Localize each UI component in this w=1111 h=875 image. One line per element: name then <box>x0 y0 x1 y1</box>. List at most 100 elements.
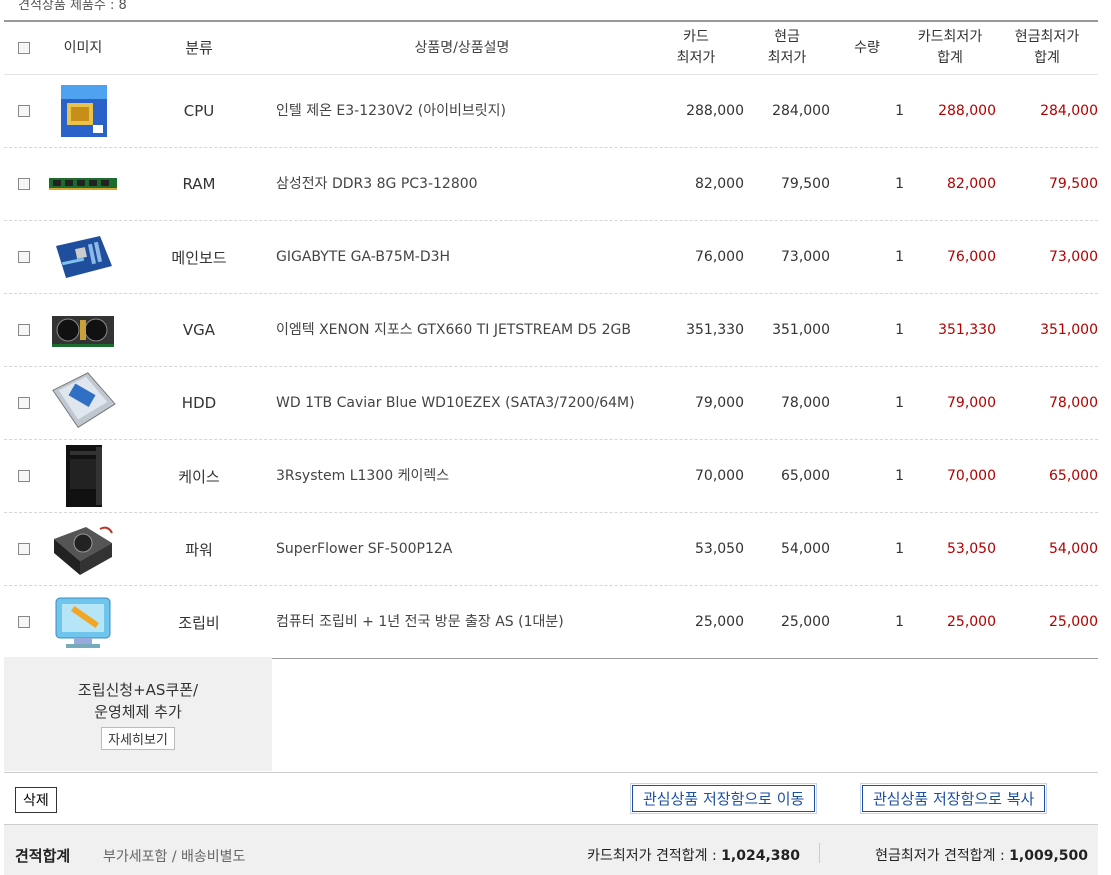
row-product-name[interactable]: 인텔 제온 E3-1230V2 (아이비브릿지) <box>276 101 648 122</box>
row-category: RAM <box>182 175 216 193</box>
row-checkbox[interactable] <box>18 324 30 336</box>
row-card-sum: 53,050 <box>947 541 996 557</box>
product-count-label: 견적상품 제품수 : 8 <box>18 0 127 13</box>
row-category: HDD <box>181 394 217 412</box>
assembly-wrench-icon[interactable] <box>49 589 117 655</box>
row-card-sum: 25,000 <box>947 614 996 630</box>
table-row: VGA 이엠텍 XENON 지포스 GTX660 TI JETSTREAM D5 … <box>4 294 1098 367</box>
row-card-price: 82,000 <box>695 176 744 192</box>
header-card-price: 카드 최저가 <box>676 29 716 66</box>
row-cash-sum: 73,000 <box>1049 249 1098 265</box>
mainboard-icon[interactable] <box>49 224 117 290</box>
pc-case-icon[interactable] <box>49 443 117 509</box>
row-cash-sum: 78,000 <box>1049 395 1098 411</box>
power-supply-icon[interactable] <box>49 516 117 582</box>
table-row: RAM 삼성전자 DDR3 8G PC3-12800 82,000 79,500 1 82… <box>4 148 1098 221</box>
graphics-card-icon[interactable] <box>49 297 117 363</box>
row-qty: 1 <box>895 395 904 411</box>
row-cash-price: 54,000 <box>781 541 830 557</box>
estimate-total-note: 부가세포함 / 배송비별도 <box>103 849 246 865</box>
row-cash-price: 284,000 <box>772 103 830 119</box>
total-divider <box>819 843 820 863</box>
row-qty: 1 <box>895 322 904 338</box>
header-qty: 수량 <box>854 39 880 56</box>
row-product-name[interactable]: 3Rsystem L1300 케이렉스 <box>276 466 648 487</box>
row-checkbox[interactable] <box>18 251 30 263</box>
assembly-option-box: 조립신청+AS쿠폰/운영체제 추가 자세히보기 <box>4 657 272 771</box>
row-qty: 1 <box>895 249 904 265</box>
row-category: 파워 <box>185 540 213 559</box>
row-cash-sum: 284,000 <box>1040 103 1098 119</box>
row-product-name[interactable]: WD 1TB Caviar Blue WD10EZEX (SATA3/7200/… <box>276 393 648 414</box>
row-card-sum: 82,000 <box>947 176 996 192</box>
row-card-sum: 288,000 <box>938 103 996 119</box>
row-qty: 1 <box>895 103 904 119</box>
delete-button[interactable]: 삭제 <box>15 787 57 813</box>
row-cash-sum: 79,500 <box>1049 176 1098 192</box>
row-category: 메인보드 <box>171 248 227 267</box>
divider <box>4 772 1098 773</box>
row-checkbox[interactable] <box>18 397 30 409</box>
table-row: 조립비 컴퓨터 조립비 + 1년 전국 방문 출장 AS (1대분) 25,000 2… <box>4 586 1098 659</box>
row-card-sum: 76,000 <box>947 249 996 265</box>
header-name: 상품명/상품설명 <box>414 39 510 56</box>
row-card-price: 76,000 <box>695 249 744 265</box>
row-cash-price: 78,000 <box>781 395 830 411</box>
header-cash-price: 현금 최저가 <box>767 29 807 66</box>
row-category: 케이스 <box>178 467 220 486</box>
header-image: 이미지 <box>63 39 103 56</box>
row-cash-price: 73,000 <box>781 249 830 265</box>
row-cash-price: 79,500 <box>781 176 830 192</box>
row-card-sum: 79,000 <box>947 395 996 411</box>
row-card-price: 351,330 <box>686 322 744 338</box>
row-cash-sum: 65,000 <box>1049 468 1098 484</box>
row-cash-sum: 351,000 <box>1040 322 1098 338</box>
header-card-sum: 카드최저가 합계 <box>917 29 983 66</box>
option-line2: 운영체제 추가 <box>94 703 182 721</box>
ram-stick-icon[interactable] <box>49 151 117 217</box>
row-card-price: 288,000 <box>686 103 744 119</box>
estimate-table: 이미지 분류 상품명/상품설명 카드 최저가 현금 최저가 수량 카드최저가 합계 현… <box>4 20 1098 659</box>
row-card-price: 79,000 <box>695 395 744 411</box>
move-to-wishlist-button[interactable]: 관심상품 저장함으로 이동 <box>629 783 818 814</box>
row-qty: 1 <box>895 176 904 192</box>
row-qty: 1 <box>895 614 904 630</box>
row-checkbox[interactable] <box>18 178 30 190</box>
option-line1: 조립신청+AS쿠폰/ <box>77 681 199 699</box>
row-product-name[interactable]: 삼성전자 DDR3 8G PC3-12800 <box>276 174 648 195</box>
row-card-sum: 351,330 <box>938 322 996 338</box>
card-total: 카드최저가 견적합계 : 1,024,380 <box>587 848 800 864</box>
row-product-name[interactable]: SuperFlower SF-500P12A <box>276 539 648 560</box>
table-row: CPU 인텔 제온 E3-1230V2 (아이비브릿지) 288,000 284,00… <box>4 75 1098 148</box>
row-card-sum: 70,000 <box>947 468 996 484</box>
row-checkbox[interactable] <box>18 616 30 628</box>
cpu-box-icon[interactable] <box>49 78 117 144</box>
cash-total: 현금최저가 견적합계 : 1,009,500 <box>875 848 1088 864</box>
row-qty: 1 <box>895 468 904 484</box>
row-cash-sum: 25,000 <box>1049 614 1098 630</box>
row-product-name[interactable]: 이엠텍 XENON 지포스 GTX660 TI JETSTREAM D5 2GB <box>276 320 648 341</box>
table-row: 케이스 3Rsystem L1300 케이렉스 70,000 65,000 1 70,00… <box>4 440 1098 513</box>
row-product-name[interactable]: 컴퓨터 조립비 + 1년 전국 방문 출장 AS (1대분) <box>276 612 648 633</box>
row-cash-sum: 54,000 <box>1049 541 1098 557</box>
table-row: HDD WD 1TB Caviar Blue WD10EZEX (SATA3/72… <box>4 367 1098 440</box>
row-card-price: 25,000 <box>695 614 744 630</box>
detail-button[interactable]: 자세히보기 <box>101 727 175 750</box>
row-qty: 1 <box>895 541 904 557</box>
row-checkbox[interactable] <box>18 470 30 482</box>
table-header: 이미지 분류 상품명/상품설명 카드 최저가 현금 최저가 수량 카드최저가 합계 현… <box>4 22 1098 75</box>
row-cash-price: 351,000 <box>772 322 830 338</box>
row-card-price: 53,050 <box>695 541 744 557</box>
header-category: 분류 <box>185 38 213 57</box>
estimate-total-bar: 견적합계 부가세포함 / 배송비별도 카드최저가 견적합계 : 1,024,38… <box>4 824 1098 875</box>
row-product-name[interactable]: GIGABYTE GA-B75M-D3H <box>276 247 648 268</box>
header-cash-sum: 현금최저가 합계 <box>1014 29 1080 66</box>
row-cash-price: 25,000 <box>781 614 830 630</box>
hard-drive-icon[interactable] <box>49 370 117 436</box>
row-checkbox[interactable] <box>18 105 30 117</box>
row-checkbox[interactable] <box>18 543 30 555</box>
row-category: 조립비 <box>178 613 220 632</box>
table-body: CPU 인텔 제온 E3-1230V2 (아이비브릿지) 288,000 284,00… <box>4 75 1098 659</box>
copy-to-wishlist-button[interactable]: 관심상품 저장함으로 복사 <box>859 783 1048 814</box>
select-all-checkbox[interactable] <box>18 42 30 54</box>
